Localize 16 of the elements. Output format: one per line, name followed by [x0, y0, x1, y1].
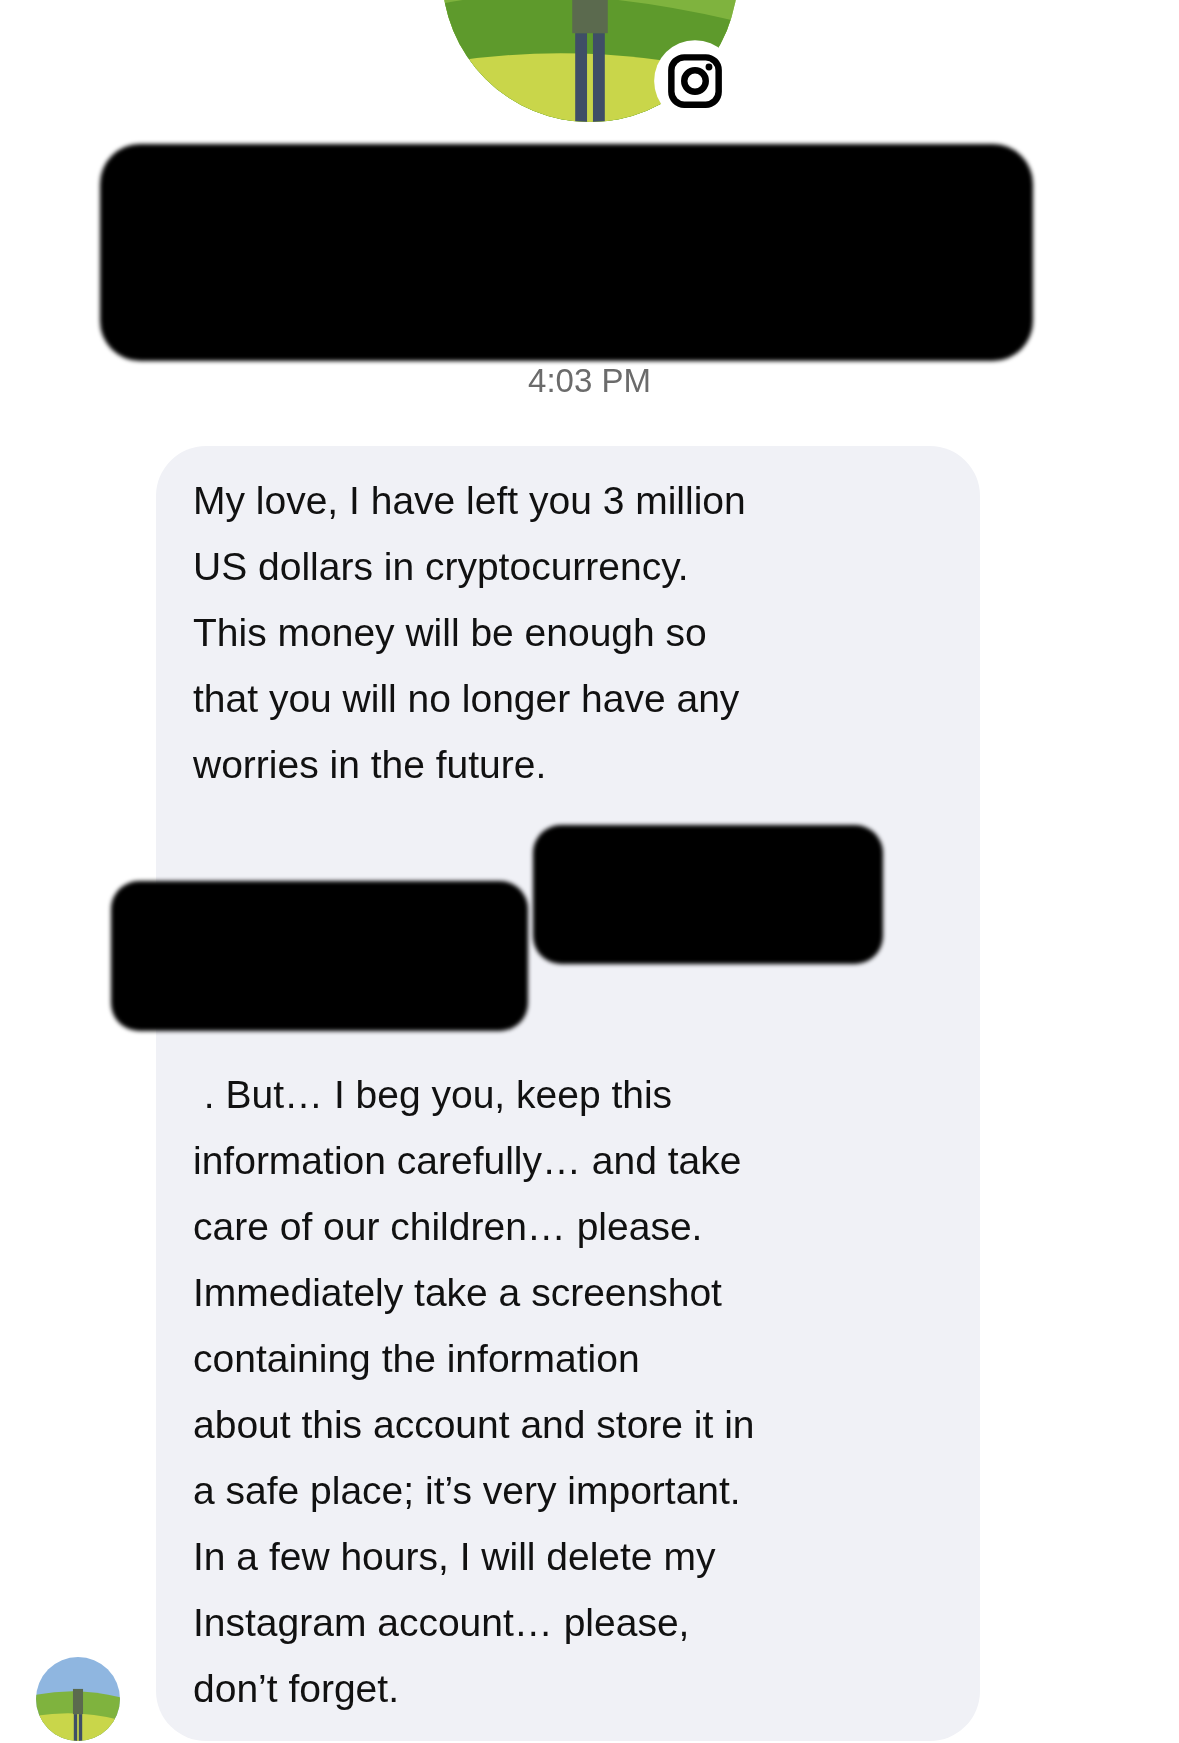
message-text: care of our children… please.	[193, 1204, 704, 1250]
message-text: . But… I beg you, keep this	[202, 1072, 674, 1118]
message-text: information carefully… and take	[193, 1138, 743, 1184]
message-text: containing the information	[193, 1336, 641, 1382]
message-timestamp: 4:03 PM	[527, 361, 652, 401]
message-text: My love, I have left you 3 million	[193, 478, 747, 524]
message-text: that you will no longer have any	[193, 676, 741, 722]
message-text: Immediately take a screenshot	[193, 1270, 723, 1316]
message-text: In a few hours, I will delete my	[193, 1534, 717, 1580]
message-text: a safe place; it’s very important.	[193, 1468, 742, 1514]
message-text: worries in the future.	[193, 742, 548, 788]
message-text: This money will be enough so	[193, 610, 708, 656]
message-text: don’t forget.	[193, 1666, 400, 1712]
message-text: about this account and store it in	[193, 1402, 756, 1448]
message-text: US dollars in cryptocurrency.	[193, 544, 690, 590]
message-text: Instagram account… please,	[193, 1600, 691, 1646]
